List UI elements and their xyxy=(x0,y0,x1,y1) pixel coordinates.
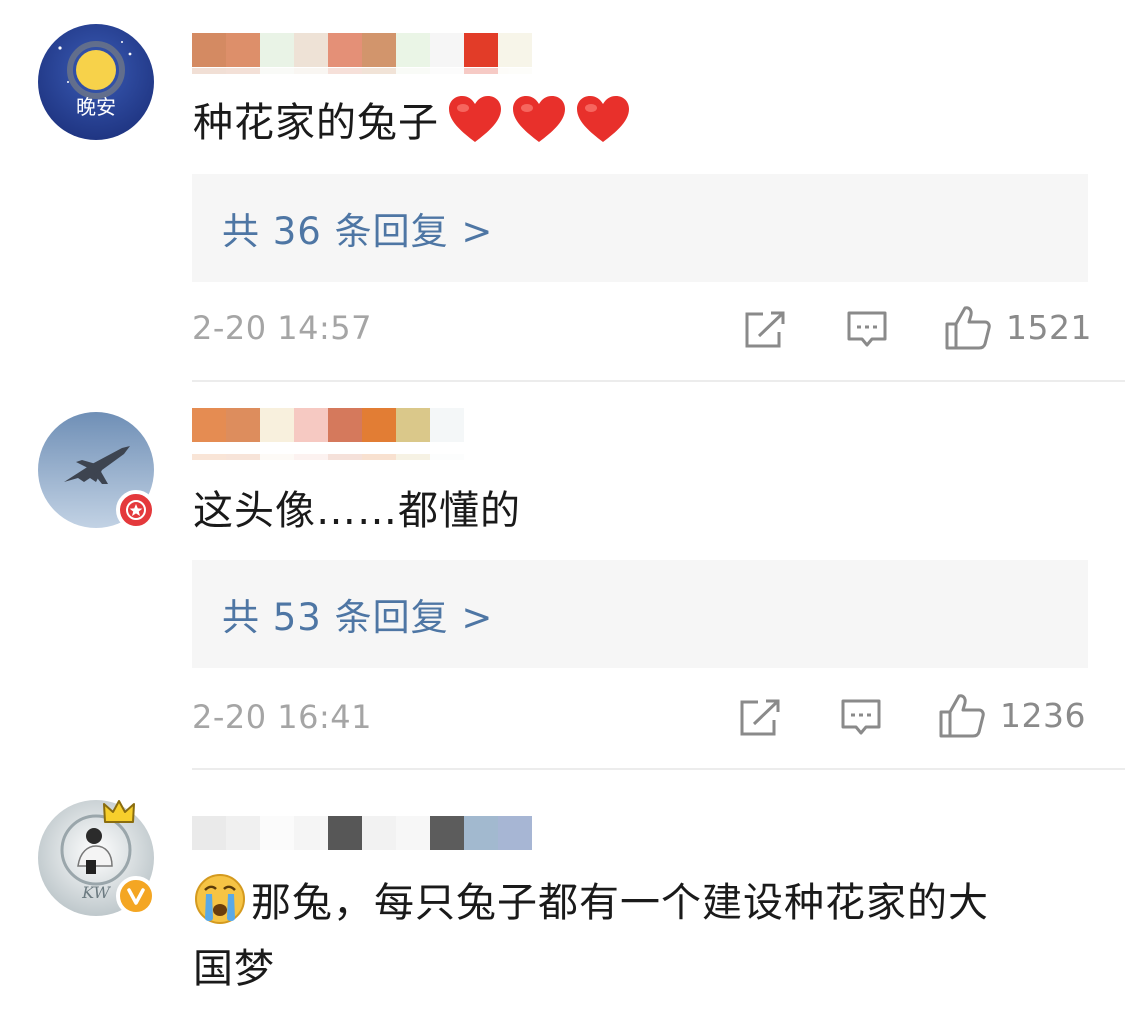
crying-face-emoji-icon xyxy=(193,872,247,926)
username-mosaic[interactable] xyxy=(192,816,532,854)
avatar[interactable]: 晚安 xyxy=(38,24,154,140)
verified-icon xyxy=(127,888,145,905)
comment-text: 种花家的兔子 xyxy=(193,94,631,152)
share-button[interactable] xyxy=(743,310,787,350)
username-mosaic[interactable] xyxy=(192,33,532,71)
thumbs-up-icon xyxy=(945,306,991,350)
heart-emoji-icon xyxy=(511,94,567,144)
comment-item: 这头像……都懂的 共 53 条回复 > 2-20 16:41 1236 xyxy=(0,382,1125,770)
replies-box[interactable]: 共 36 条回复 > xyxy=(192,174,1088,282)
comment-button[interactable] xyxy=(840,698,882,738)
share-icon xyxy=(745,311,785,348)
star-icon xyxy=(126,500,146,520)
comment-button[interactable] xyxy=(846,310,888,350)
crown-icon xyxy=(103,800,135,823)
view-replies-link[interactable]: 共 53 条回复 > xyxy=(222,587,493,641)
comment-timestamp: 2-20 16:41 xyxy=(192,698,373,736)
comment-text: 这头像……都懂的 xyxy=(193,488,521,534)
comment-timestamp: 2-20 14:57 xyxy=(192,309,373,347)
view-replies-link[interactable]: 共 36 条回复 > xyxy=(222,201,493,255)
replies-box[interactable]: 共 53 条回复 > xyxy=(192,560,1088,668)
username-mosaic-shadow xyxy=(192,454,464,464)
comment-text-line: 国梦 xyxy=(193,946,275,992)
comment-text-body: 种花家的兔子 xyxy=(193,100,439,146)
thumbs-up-icon xyxy=(939,694,985,738)
comment-icon xyxy=(841,699,881,735)
like-button[interactable]: 1236 xyxy=(938,692,1086,738)
share-button[interactable] xyxy=(738,698,782,738)
comment-text: 那兔，每只兔子都有一个建设种花家的大 国梦 xyxy=(193,870,989,1002)
verified-v-badge xyxy=(116,876,156,916)
comment-icon xyxy=(847,311,887,347)
comment-item: KW 那兔，每只兔子都有一个建设种花家的大 国梦 xyxy=(0,770,1125,1014)
share-icon xyxy=(740,699,780,736)
like-count: 1236 xyxy=(1000,695,1086,735)
comment-text-body: 那兔，每只兔子都有一个建设种花家的大 xyxy=(251,880,989,926)
username-mosaic[interactable] xyxy=(192,408,464,446)
moon-goodnight-avatar-icon: 晚安 xyxy=(38,24,154,140)
heart-emoji-icon xyxy=(447,94,503,144)
avatar-text: 晚安 xyxy=(76,95,116,119)
avatar-text: KW xyxy=(81,883,111,902)
red-star-badge xyxy=(116,490,156,530)
like-count: 1521 xyxy=(1006,307,1092,347)
username-mosaic-shadow xyxy=(192,68,532,78)
heart-emoji-icon xyxy=(575,94,631,144)
like-button[interactable]: 1521 xyxy=(944,304,1092,350)
comment-text-line: 那兔，每只兔子都有一个建设种花家的大 xyxy=(193,870,989,936)
comment-item: 晚安 种花家的兔子 共 36 条回复 > 2-20 14:57 1521 xyxy=(0,0,1125,382)
